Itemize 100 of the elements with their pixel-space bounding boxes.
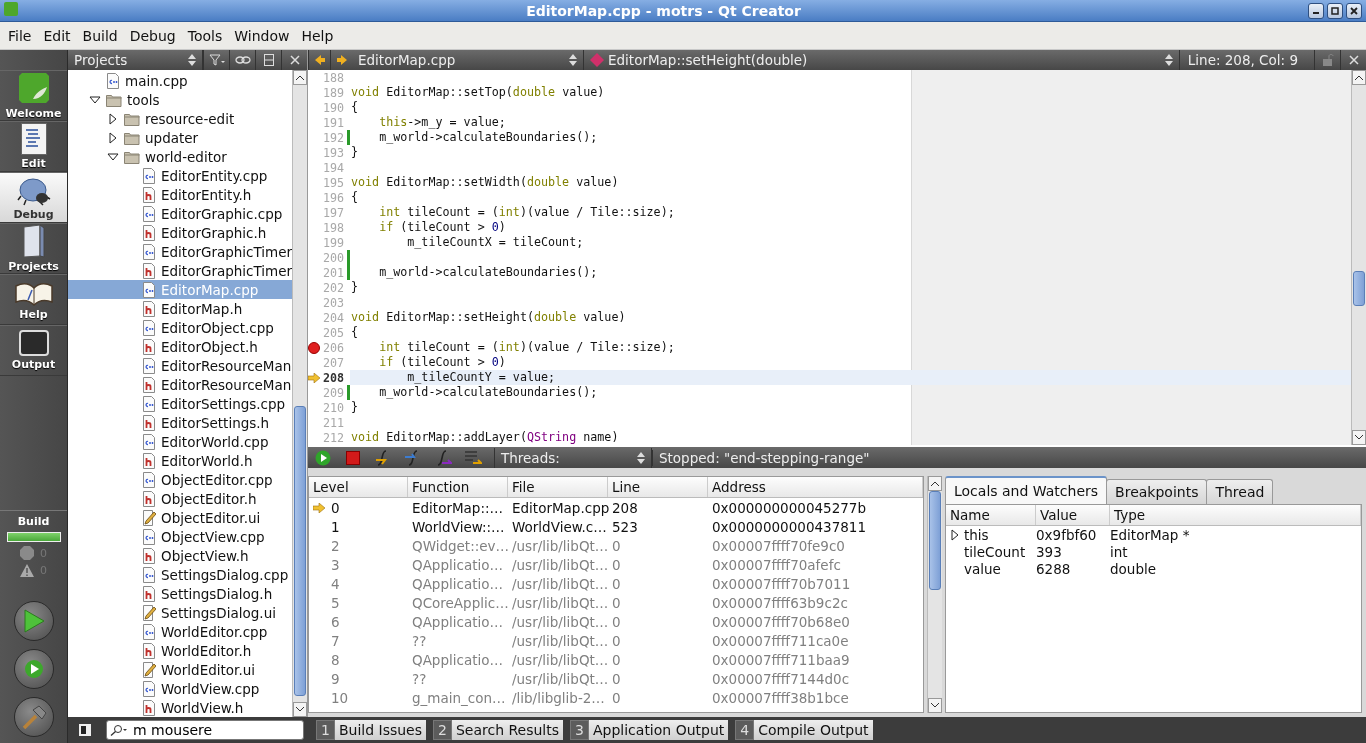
scrollbar-thumb[interactable] <box>294 405 306 696</box>
line-number: 202 <box>321 280 344 295</box>
menu-item[interactable]: Window <box>228 27 296 44</box>
code-line: m_world->calculateBoundaries(); <box>378 130 599 145</box>
tree-item[interactable]: WorldView.h <box>68 698 292 717</box>
tree-item[interactable]: SettingsDialog.cpp <box>68 565 292 584</box>
threads-combo[interactable]: Threads: <box>494 447 652 468</box>
table-cell-text: /usr/lib/libQt… <box>511 594 608 611</box>
tree-item[interactable]: EditorObject.cpp <box>68 318 292 337</box>
hammer-icon <box>20 704 47 730</box>
code-line: void EditorMap::setHeight(double value) <box>350 310 627 325</box>
breakpoint-icon[interactable] <box>308 341 320 354</box>
expand-arrow-icon[interactable] <box>951 528 959 541</box>
column-header[interactable]: Type <box>1110 505 1361 525</box>
menu-item[interactable]: Build <box>76 27 124 44</box>
column-header[interactable]: Address <box>708 477 923 497</box>
tree-item[interactable]: WorldView.cpp <box>68 679 292 698</box>
table-cell: 7 <box>331 632 340 649</box>
scrollbar[interactable] <box>927 476 942 713</box>
scroll-up-icon <box>296 75 304 80</box>
expand-arrow-icon <box>109 131 117 144</box>
scrollbar-thumb[interactable] <box>1353 271 1365 306</box>
tree-item[interactable]: WorldEditor.cpp <box>68 622 292 641</box>
tree-item[interactable]: WorldEditor.h <box>68 641 292 660</box>
column-header[interactable]: Name <box>946 505 1036 525</box>
column-header[interactable]: Value <box>1036 505 1110 525</box>
function-icon <box>590 53 604 67</box>
table-cell-text: 0x000000000045277b <box>711 499 867 516</box>
run-button[interactable] <box>13 601 54 641</box>
tab[interactable]: Locals and Watchers <box>945 476 1108 504</box>
menu-item[interactable]: Tools <box>181 27 229 44</box>
tree-item[interactable]: main.cpp <box>68 71 292 90</box>
column-header[interactable]: File <box>508 477 608 497</box>
code-line: { <box>350 190 360 205</box>
maximize-button[interactable] <box>1327 2 1343 19</box>
stop-icon <box>345 449 361 466</box>
tree-item[interactable]: EditorGraphic.cpp <box>68 204 292 223</box>
line-number: 204 <box>321 310 344 325</box>
line-number: 207 <box>321 355 344 370</box>
close-button[interactable] <box>1346 2 1362 19</box>
tree-item[interactable]: ObjectView.cpp <box>68 527 292 546</box>
column-header[interactable]: Line <box>608 477 708 497</box>
tree-item[interactable]: tools <box>68 90 292 109</box>
tree-item[interactable]: WorldEditor.ui <box>68 660 292 679</box>
tree-item[interactable]: ObjectEditor.ui <box>68 508 292 527</box>
scrollbar-thumb[interactable] <box>929 491 941 591</box>
locator-field[interactable]: m mousere <box>106 720 304 740</box>
tree-item[interactable]: EditorGraphicTimer <box>68 242 292 261</box>
table-cell: 9 <box>331 670 340 687</box>
tree-item[interactable]: ObjectEditor.h <box>68 489 292 508</box>
mode-button[interactable]: Output <box>0 325 67 376</box>
tree-item[interactable]: SettingsDialog.ui <box>68 603 292 622</box>
tab[interactable]: Thread <box>1206 479 1274 504</box>
tree-item[interactable]: resource-edit <box>68 109 292 128</box>
mode-button[interactable]: Welcome <box>0 70 67 121</box>
line-number: 190 <box>321 100 344 115</box>
cpp-file-icon <box>142 680 156 697</box>
table-cell-text: value <box>964 560 1002 577</box>
table-cell-text: WorldView.c… <box>511 518 608 535</box>
logo-icon <box>16 71 51 105</box>
mode-button[interactable]: Projects <box>0 223 67 274</box>
tree-item[interactable]: EditorObject.h <box>68 337 292 356</box>
menu-item[interactable]: Debug <box>123 27 182 44</box>
tree-item[interactable]: SettingsDialog.h <box>68 584 292 603</box>
folder-icon <box>124 130 140 145</box>
table-cell-text: /usr/lib/libQt… <box>511 632 608 649</box>
mode-button[interactable]: Edit <box>0 121 67 172</box>
tree-item[interactable]: EditorEntity.h <box>68 185 292 204</box>
header-file-icon <box>142 414 156 431</box>
scroll-down-icon <box>296 707 304 712</box>
scrollbar[interactable] <box>292 70 307 717</box>
tree-item[interactable]: EditorGraphic.h <box>68 223 292 242</box>
tree-item[interactable]: EditorEntity.cpp <box>68 166 292 185</box>
tree-item[interactable]: EditorMap.h <box>68 299 292 318</box>
tree-item[interactable]: EditorSettings.h <box>68 413 292 432</box>
table-cell: 0 <box>331 499 340 516</box>
code-line: m_world->calculateBoundaries(); <box>378 385 599 400</box>
column-header[interactable]: Function <box>408 477 508 497</box>
mode-button[interactable]: Help <box>0 274 67 325</box>
tree-item[interactable]: EditorResourceMan <box>68 375 292 394</box>
tree-item[interactable]: EditorSettings.cpp <box>68 394 292 413</box>
tree-item[interactable]: ObjectEditor.cpp <box>68 470 292 489</box>
tree-item[interactable]: EditorResourceMan <box>68 356 292 375</box>
minimize-button[interactable] <box>1308 2 1324 19</box>
code-line: void EditorMap::setWidth(double value) <box>350 175 620 190</box>
scrollbar[interactable] <box>1351 70 1366 445</box>
tree-item[interactable]: ObjectView.h <box>68 546 292 565</box>
build-button[interactable] <box>13 697 54 737</box>
tree-item[interactable]: updater <box>68 128 292 147</box>
tree-item[interactable]: EditorGraphicTimer <box>68 261 292 280</box>
debug-button[interactable] <box>13 649 54 689</box>
mode-button[interactable]: Debug <box>0 172 67 223</box>
tree-item[interactable]: EditorWorld.h <box>68 451 292 470</box>
column-header[interactable]: Level <box>309 477 408 497</box>
tree-item[interactable]: EditorWorld.cpp <box>68 432 292 451</box>
menu-item[interactable]: Help <box>295 27 340 44</box>
tree-item[interactable]: world-editor <box>68 147 292 166</box>
menu-item[interactable]: File <box>2 27 38 44</box>
table-cell-text: /usr/lib/libQt… <box>511 613 608 630</box>
menu-item[interactable]: Edit <box>37 27 77 44</box>
